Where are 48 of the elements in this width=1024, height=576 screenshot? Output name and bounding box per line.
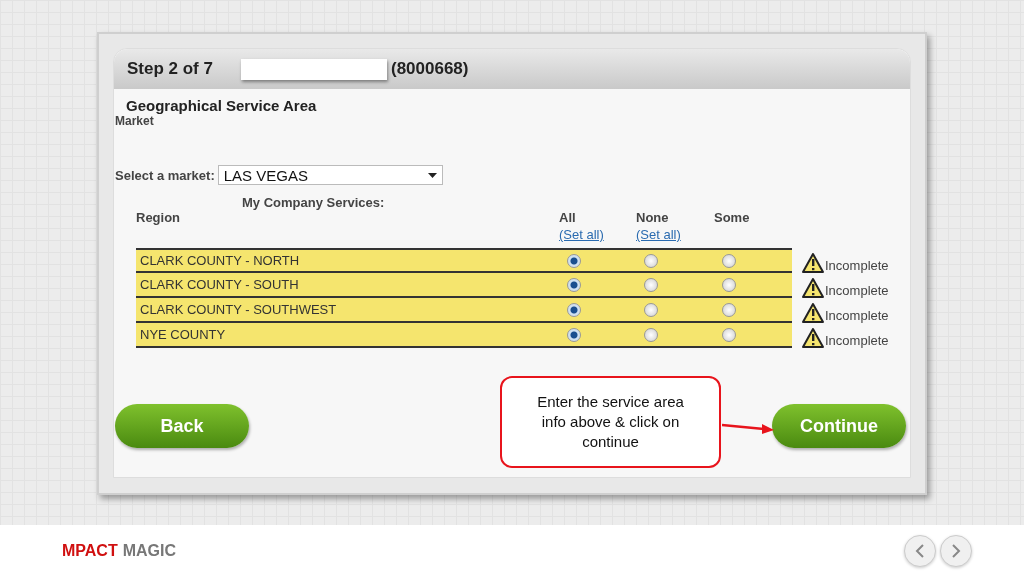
radio-button[interactable] — [567, 327, 581, 342]
warning-icon — [802, 328, 824, 348]
callout-text: Enter the service area info above & click on continue — [500, 376, 721, 468]
radio-button[interactable] — [722, 277, 736, 292]
radio-button[interactable] — [722, 302, 736, 317]
step-label: Step 2 of 7 — [127, 59, 213, 79]
status-label: Incomplete — [825, 258, 889, 273]
column-header: All — [559, 210, 577, 225]
column-header: Region — [136, 210, 182, 225]
radio-button[interactable] — [644, 253, 658, 268]
column-header: Some — [714, 210, 751, 225]
column-header: None — [636, 210, 670, 225]
caret-icon — [427, 172, 437, 178]
warning-icon — [802, 253, 824, 273]
radio-button[interactable] — [567, 302, 581, 317]
status-label: Incomplete — [825, 333, 889, 348]
set-all-link[interactable]: (Set all) — [636, 227, 714, 242]
chevron-left-icon — [915, 542, 925, 559]
account-number: (8000668) — [390, 59, 469, 79]
previous-button[interactable] — [904, 534, 936, 567]
market-label: Select a market: — [115, 167, 215, 183]
back-button[interactable]: Back — [115, 404, 249, 448]
region-cell: CLARK COUNTY - SOUTHWEST — [136, 298, 559, 323]
services-heading: My Company Services: — [242, 195, 386, 210]
status-label: Incomplete — [825, 308, 889, 323]
warning-icon — [802, 303, 824, 323]
radio-button[interactable] — [722, 253, 736, 268]
next-button[interactable] — [940, 534, 972, 567]
warning-icon — [802, 278, 824, 298]
market-dropdown[interactable]: LAS VEGAS — [217, 165, 443, 185]
section-subtitle: Market — [114, 114, 155, 128]
section-title: Geographical Service Area — [125, 97, 318, 114]
callout-arrow — [722, 421, 774, 435]
brand-name: MPACT — [62, 541, 118, 560]
continue-button[interactable]: Continue — [772, 404, 906, 448]
set-all-link[interactable]: (Set all) — [559, 227, 636, 242]
chevron-right-icon — [951, 542, 961, 559]
region-cell: CLARK COUNTY - NORTH — [136, 248, 559, 273]
brand-name: MAGIC — [122, 541, 177, 560]
radio-button[interactable] — [644, 327, 658, 342]
radio-button[interactable] — [644, 277, 658, 292]
radio-button[interactable] — [722, 327, 736, 342]
radio-button[interactable] — [567, 253, 581, 268]
radio-button[interactable] — [644, 302, 658, 317]
radio-button[interactable] — [567, 277, 581, 292]
status-label: Incomplete — [825, 283, 889, 298]
region-cell: NYE COUNTY — [136, 323, 559, 348]
region-cell: CLARK COUNTY - SOUTH — [136, 273, 559, 298]
